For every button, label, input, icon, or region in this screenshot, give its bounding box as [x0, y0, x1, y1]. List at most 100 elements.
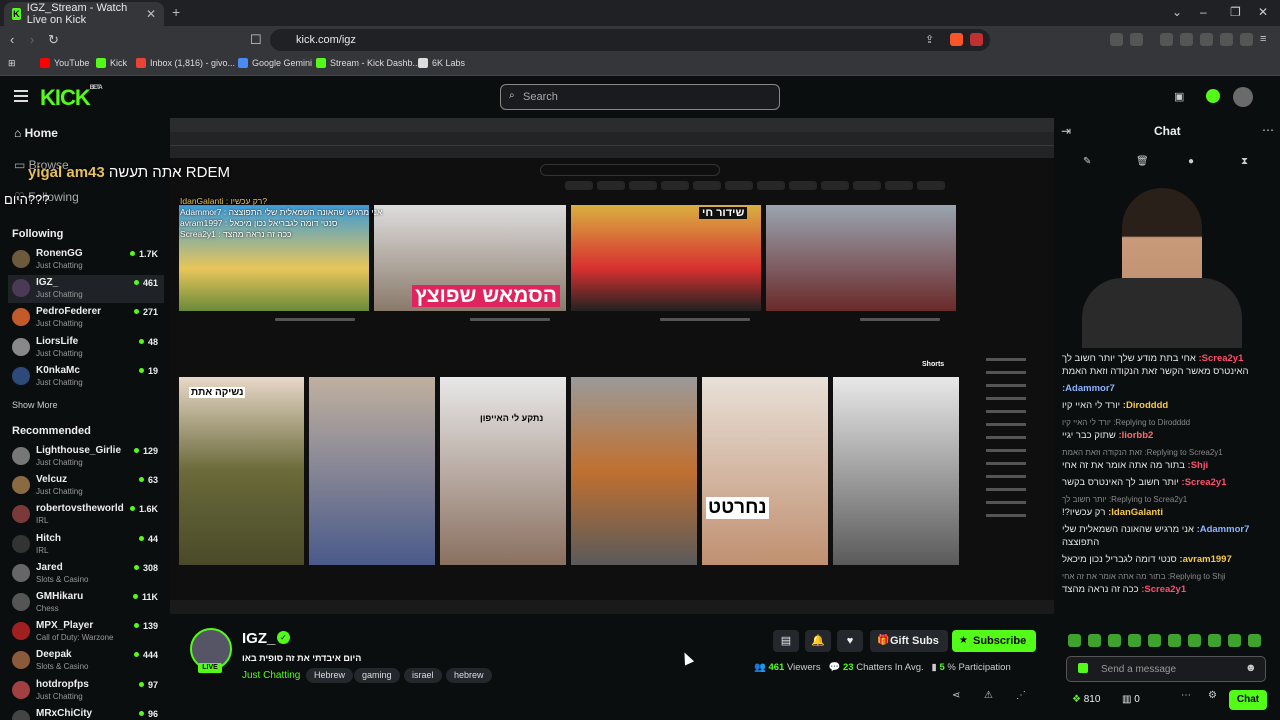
tag-hebrew[interactable]: Hebrew	[306, 668, 354, 683]
stream-category[interactable]: Just Chatting	[242, 670, 300, 681]
sidebar-channel[interactable]: PedroFederer Just Chatting 271	[8, 304, 164, 332]
chat-username[interactable]: Dirodddd:	[1123, 400, 1168, 411]
chat-username[interactable]: liorbb2:	[1118, 430, 1153, 441]
extension-icon[interactable]	[1130, 33, 1143, 46]
chat-message-input[interactable]: Send a message	[1066, 656, 1266, 682]
back-icon[interactable]: ‹	[10, 32, 14, 47]
bookmark-gemini[interactable]: Google Gemini	[238, 58, 312, 68]
bookmark-gmail[interactable]: Inbox (1,816) - givo...	[136, 58, 235, 68]
short-thumbnail	[571, 377, 697, 565]
chat-username[interactable]: Screa2y1:	[1141, 584, 1186, 595]
sidebar-channel[interactable]: K0nkaMc Just Chatting 19	[8, 363, 164, 391]
sidebar-channel[interactable]: GMHikaru Chess 11K	[8, 589, 164, 617]
lootbox-counter[interactable]: ▥ 0	[1122, 694, 1140, 705]
sidebar-channel[interactable]: RonenGG Just Chatting 1.7K	[8, 246, 164, 274]
sidebar-channel[interactable]: LiorsLife Just Chatting 48	[8, 334, 164, 362]
tab-search-icon[interactable]: ⌄	[1172, 5, 1182, 19]
sidebar-channel[interactable]: MPX_Player Call of Duty: Warzone 139	[8, 618, 164, 646]
emote-bar[interactable]	[1068, 634, 1261, 647]
sidebar-toggle-icon[interactable]	[1180, 33, 1193, 46]
pin-icon[interactable]: ✎	[1083, 156, 1091, 167]
emoji-icon[interactable]: ☻	[1245, 662, 1257, 674]
hamburger-menu-icon[interactable]	[14, 90, 28, 102]
nav-home[interactable]: ⌂ Home	[14, 126, 58, 140]
chat-username[interactable]: Shji:	[1188, 460, 1209, 471]
sidebar-channel[interactable]: Hitch IRL 44	[8, 531, 164, 559]
menu-icon[interactable]: ≡	[1260, 33, 1273, 46]
tag-gaming[interactable]: gaming	[354, 668, 400, 683]
chat-more-icon[interactable]: ⋯	[1262, 123, 1274, 137]
user-avatar[interactable]	[1233, 87, 1253, 107]
report-icon[interactable]: ⚠	[984, 690, 993, 701]
channel-avatar	[12, 337, 30, 356]
show-more-link[interactable]: Show More	[12, 400, 58, 410]
chat-username[interactable]: Screa2y1:	[1182, 477, 1227, 488]
minimize-icon[interactable]: –	[1200, 5, 1207, 19]
share-icon[interactable]: ⇪	[925, 33, 938, 46]
share-stream-icon[interactable]: ⋖	[952, 690, 960, 701]
close-tab-icon[interactable]: ✕	[146, 7, 156, 21]
tag-hebrew-lower[interactable]: hebrew	[446, 668, 492, 683]
sidebar-channel[interactable]: MRxChiCity 96	[8, 706, 164, 720]
maximize-icon[interactable]: ❐	[1230, 5, 1241, 19]
apps-icon[interactable]: ⊞	[8, 58, 16, 69]
extension-icon[interactable]	[1110, 33, 1123, 46]
close-window-icon[interactable]: ✕	[1258, 5, 1268, 19]
brave-shield-icon[interactable]	[950, 33, 963, 46]
points-counter[interactable]: ❖ 810	[1072, 694, 1100, 705]
chat-send-button[interactable]: Chat	[1229, 690, 1267, 710]
bookmark-youtube[interactable]: YouTube	[40, 58, 89, 68]
kick-points-icon[interactable]	[1206, 89, 1220, 103]
chat-username[interactable]: Adammor7:	[1197, 524, 1250, 535]
collapse-chat-icon[interactable]: ⇥	[1061, 124, 1071, 138]
kick-logo[interactable]: KICKBETA	[40, 85, 103, 111]
sidebar-channel[interactable]: IGZ_ Just Chatting 461	[8, 275, 164, 304]
chat-username[interactable]: avram1997:	[1179, 554, 1231, 565]
recommended-heading: Recommended	[12, 425, 91, 437]
chat-message: Screa2y1: אחי בתת מודע שלך יותר חשוב לך …	[1062, 352, 1274, 378]
video-player[interactable]: הסמאש שפוצץ שידור חי Shorts נשיקה אתת נת…	[170, 118, 1054, 614]
sidebar-channel[interactable]: Velcuz Just Chatting 63	[8, 472, 164, 500]
chat-settings-icon[interactable]: ⚙	[1208, 690, 1217, 701]
chat-bubble-icon[interactable]: ●	[1188, 156, 1194, 167]
chat-text: סנטי דומה לגבריל נכון מיכאל	[1062, 554, 1177, 565]
forward-icon[interactable]: ›	[30, 32, 34, 47]
browser-tab[interactable]: K IGZ_Stream - Watch Live on Kick ✕	[4, 2, 164, 26]
bookmark-icon[interactable]: ☐	[250, 32, 262, 48]
leo-icon[interactable]	[1220, 33, 1233, 46]
vpn-icon[interactable]	[1240, 33, 1253, 46]
music-icon[interactable]	[1160, 33, 1173, 46]
sidebar-channel[interactable]: Deepak Slots & Casino 444	[8, 647, 164, 675]
tag-israel[interactable]: israel	[404, 668, 442, 683]
sidebar-channel[interactable]: Jared Slots & Casino 308	[8, 560, 164, 588]
reload-icon[interactable]: ↻	[48, 32, 59, 48]
hourglass-icon[interactable]: ⧗	[1241, 156, 1248, 167]
bookmark-kick[interactable]: Kick	[96, 58, 127, 68]
bookmark-kick-dashboard[interactable]: Stream - Kick Dashb...	[316, 58, 420, 68]
channel-category: Slots & Casino	[36, 662, 89, 672]
chat-badge-icon[interactable]	[1078, 663, 1088, 673]
wallet-icon[interactable]	[1200, 33, 1213, 46]
more-options-icon[interactable]: ⋰	[1016, 690, 1026, 701]
chat-reply-context: Replying to Screa2y1: יותר חשוב לך	[1062, 495, 1188, 504]
channel-name: hotdropfps	[36, 678, 89, 690]
notification-bell-icon[interactable]: 🔔	[805, 630, 831, 652]
trash-icon[interactable]: 🗑	[1136, 156, 1149, 167]
search-input[interactable]: Search	[500, 84, 780, 110]
chat-username[interactable]: IdanGalanti:	[1108, 507, 1163, 518]
sidebar-channel[interactable]: robertovstheworld IRL 1.6K	[8, 501, 164, 529]
bookmark-6k-labs[interactable]: 6K Labs	[418, 58, 465, 68]
chat-username[interactable]: Adammor7:	[1062, 383, 1115, 394]
streamer-name[interactable]: IGZ_	[242, 630, 275, 647]
new-tab-icon[interactable]: +	[172, 4, 180, 20]
address-bar[interactable]: kick.com/igz	[270, 29, 990, 51]
follow-heart-icon[interactable]: ♥	[837, 630, 863, 652]
rewards-icon[interactable]	[970, 33, 983, 46]
channel-avatar	[12, 534, 30, 553]
sidebar-channel[interactable]: hotdropfps Just Chatting 97	[8, 677, 164, 705]
chat-username[interactable]: Screa2y1:	[1198, 353, 1243, 364]
sidebar-channel[interactable]: Lighthouse_Girlie Just Chatting 129	[8, 443, 164, 471]
chat-rules-icon[interactable]: ⋯	[1181, 690, 1191, 701]
clip-button[interactable]: ▤	[773, 630, 799, 652]
cast-icon[interactable]: ▣	[1174, 90, 1184, 103]
